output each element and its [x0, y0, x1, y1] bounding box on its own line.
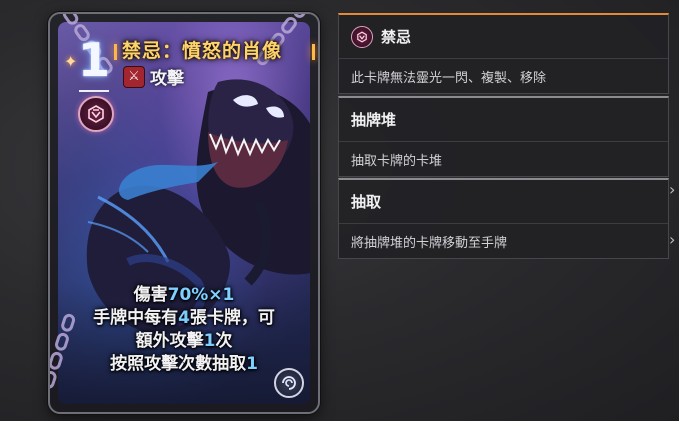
highlight-value: 1 [246, 354, 258, 374]
card-type: ⚔ 攻擊 [124, 64, 184, 89]
keyword-panel-draw: 抽取 將抽牌堆的卡牌移動至手牌 [338, 178, 669, 259]
card-text-segment: 按照攻擊次數抽取 [110, 354, 247, 374]
cost-underline [79, 90, 109, 92]
cost-indicator: 1 [70, 32, 118, 102]
crossed-swords-icon: ⚔ [124, 66, 144, 87]
highlight-value: 1 [203, 331, 216, 351]
card-title: 禁忌：憤怒的肖像 [122, 40, 283, 62]
card-text-segment: 傷害 [133, 285, 168, 305]
highlight-value: 4 [178, 308, 190, 328]
chevron-right-icon[interactable]: › [669, 230, 679, 252]
card-text-segment: 額外攻擊 [135, 331, 204, 351]
keyword-header: 禁忌 [339, 15, 668, 59]
card-type-label: 攻擊 [150, 69, 184, 89]
forbidden-sigil-icon [351, 25, 373, 48]
forbidden-sigil-icon[interactable] [78, 96, 114, 132]
keyword-description: 此卡牌無法靈光一閃、複製、移除 [351, 70, 547, 86]
card-text-segment: 手牌中每有 [93, 308, 179, 328]
card-text-segment: 張卡牌，可 [189, 308, 275, 328]
title-flare [114, 44, 117, 60]
keyword-header: 抽牌堆 [339, 98, 668, 142]
card-text-line: 額外攻擊1次 [62, 330, 306, 353]
swirl-element-icon [274, 368, 304, 398]
keyword-panel-forbidden: 禁忌 此卡牌無法靈光一閃、複製、移除 [338, 13, 669, 94]
skill-card[interactable]: ✦ 1 禁忌：憤怒的肖像 ⚔ 攻擊 傷害70%×1 手牌中每有4張卡牌，可 額外攻擊… [48, 12, 320, 414]
card-text-segment: 次 [215, 331, 233, 351]
card-text-line: 手牌中每有4張卡牌，可 [62, 307, 306, 330]
keyword-title: 禁忌 [381, 28, 412, 46]
card-description: 傷害70%×1 手牌中每有4張卡牌，可 額外攻擊1次 按照攻擊次數抽取1 [62, 284, 306, 376]
keyword-title: 抽牌堆 [351, 111, 397, 129]
keyword-title: 抽取 [351, 193, 382, 211]
keyword-description: 將抽牌堆的卡牌移動至手牌 [351, 235, 508, 251]
keyword-panel-draw-pile: 抽牌堆 抽取卡牌的卡堆 [338, 96, 669, 177]
card-text-line: 傷害70%×1 [62, 284, 306, 307]
card-cost: 1 [77, 33, 110, 87]
keyword-description: 抽取卡牌的卡堆 [351, 153, 443, 169]
keyword-header: 抽取 [339, 180, 668, 224]
chevron-right-icon[interactable]: › [669, 180, 679, 202]
highlight-value: 70%×1 [167, 285, 235, 305]
card-text-line: 按照攻擊次數抽取1 [62, 353, 306, 376]
title-flare [312, 44, 315, 60]
